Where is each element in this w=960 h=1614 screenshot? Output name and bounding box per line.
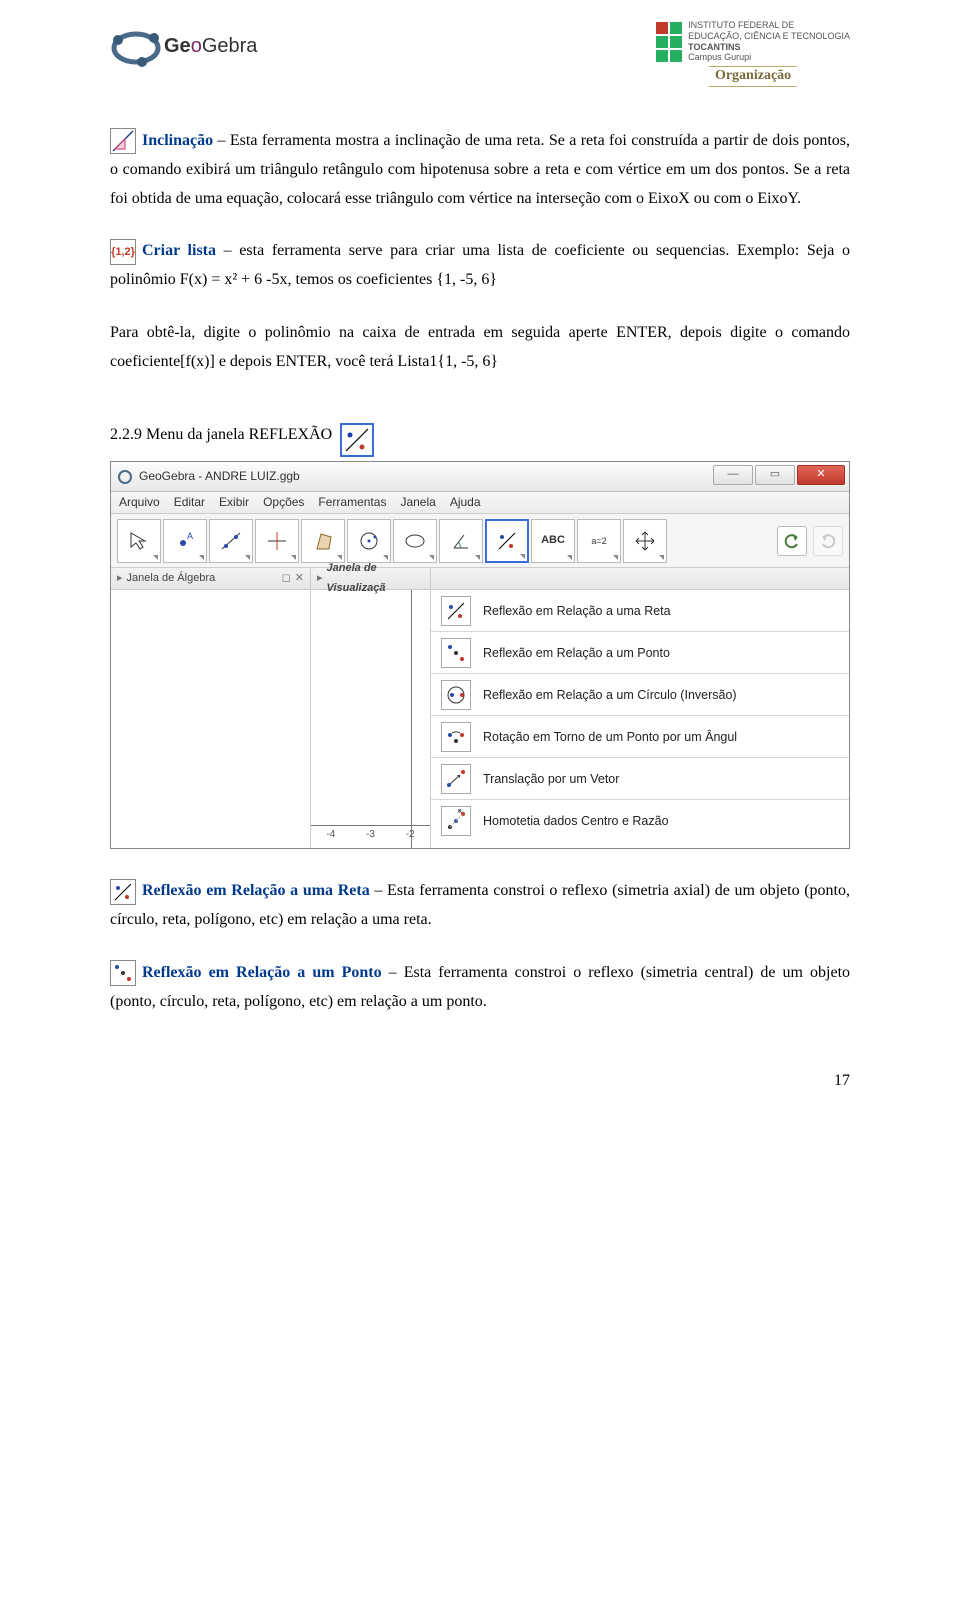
org-line: EDUCAÇÃO, CIÊNCIA E TECNOLOGIA [688,31,850,42]
dropdown-item[interactable]: Reflexão em Relação a um Círculo (Invers… [431,674,849,716]
paragraph-criar-lista-2: Para obtê-la, digite o polinômio na caix… [110,319,850,377]
menu-item[interactable]: Exibir [219,492,249,514]
tool-title: Criar lista [142,242,216,259]
inclinacao-icon [110,128,136,154]
abc-label: ABC [541,531,565,551]
tool-point[interactable]: A [163,519,207,563]
icon-text: {1,2} [111,246,135,258]
tool-title: Reflexão em Relação a um Ponto [142,964,382,981]
geogebra-window: GeoGebra - ANDRE LUIZ.ggb — ▭ ✕ Arquivo … [110,461,850,849]
maximize-button[interactable]: ▭ [755,465,795,485]
geogebra-logo: GeoGebra [110,20,260,70]
dropdown-label: Translação por um Vetor [483,768,619,791]
translate-icon [441,764,471,794]
tool-line[interactable] [209,519,253,563]
tool-body: – Esta ferramenta mostra a inclinação de… [110,132,850,207]
org-line: Campus Gurupi [688,52,850,63]
tool-title: Reflexão em Relação a uma Reta [142,882,370,899]
app-icon [117,469,133,485]
org-block: INSTITUTO FEDERAL DE EDUCAÇÃO, CIÊNCIA E… [656,20,850,87]
panel-title: Janela de Visualizaçã [327,559,424,599]
org-label: Organização [709,66,797,87]
algebra-panel: ▸ Janela de Álgebra ◻ ✕ [111,568,311,848]
tool-perpendicular[interactable] [255,519,299,563]
dropdown-label: Reflexão em Relação a um Ponto [483,642,670,665]
criar-lista-icon: {1,2} [110,239,136,265]
chevron-right-icon[interactable]: ▸ [317,569,323,589]
if-logo-icon [656,22,682,62]
menu-item[interactable]: Opções [263,492,304,514]
graphics-panel: ▸ Janela de Visualizaçã -4 -3 -2 [311,568,431,848]
logo-text: GeoGebra [164,35,258,57]
panel-close-icon[interactable]: ✕ [295,569,304,589]
menu-item[interactable]: Arquivo [119,492,160,514]
tool-body: – esta ferramenta serve para criar uma l… [110,242,850,288]
reflect-point-icon [110,960,136,986]
dropdown-label: Reflexão em Relação a uma Reta [483,600,671,623]
menu-item[interactable]: Ajuda [450,492,481,514]
panel-detach-icon[interactable]: ◻ [282,569,291,589]
chevron-right-icon[interactable]: ▸ [117,569,123,589]
tool-polygon[interactable] [301,519,345,563]
dilate-icon: k [441,806,471,836]
axis-ticks: -4 -3 -2 [311,826,430,844]
close-button[interactable]: ✕ [797,465,845,485]
org-line: INSTITUTO FEDERAL DE [688,20,850,31]
dropdown-item[interactable]: Reflexão em Relação a um Ponto [431,632,849,674]
menubar: Arquivo Editar Exibir Opções Ferramentas… [111,492,849,514]
tool-move-view[interactable] [623,519,667,563]
panels: ▸ Janela de Álgebra ◻ ✕ ▸ Janela de Visu… [111,568,849,848]
dropdown-label: Rotação em Torno de um Ponto por um Ângu… [483,726,737,749]
tick: -3 [366,826,375,844]
tool-text[interactable]: ABC [531,519,575,563]
titlebar: GeoGebra - ANDRE LUIZ.ggb — ▭ ✕ [111,462,849,492]
redo-button[interactable] [813,526,843,556]
page-header: GeoGebra INSTITUTO FEDERAL DE EDUCAÇÃO, … [110,20,850,87]
slider-label: a=2 [591,533,606,549]
paragraph-reflexao-ponto: Reflexão em Relação a um Ponto – Esta fe… [110,959,850,1017]
page-number: 17 [110,1067,850,1096]
dropdown-item[interactable]: Reflexão em Relação a uma Reta [431,590,849,632]
paragraph-reflexao-reta: Reflexão em Relação a uma Reta – Esta fe… [110,877,850,935]
tool-circle[interactable] [347,519,391,563]
paragraph-criar-lista: {1,2} Criar lista – esta ferramenta serve… [110,237,850,295]
undo-button[interactable] [777,526,807,556]
tool-ellipse[interactable] [393,519,437,563]
tool-reflection-selected[interactable] [485,519,529,563]
dropdown-label: Reflexão em Relação a um Círculo (Invers… [483,684,737,707]
dropdown-item[interactable]: k Homotetia dados Centro e Razão [431,800,849,842]
panel-title: Janela de Álgebra [127,569,216,589]
reflect-line-icon [441,596,471,626]
minimize-button[interactable]: — [713,465,753,485]
menu-item[interactable]: Editar [174,492,205,514]
dropdown-label: Homotetia dados Centro e Razão [483,810,669,833]
tool-slider[interactable]: a=2 [577,519,621,563]
reflexao-section-icon [340,423,374,457]
section-title: 2.2.9 Menu da janela REFLEXÃO [110,421,332,450]
org-line: TOCANTINS [688,42,850,53]
toolbar: A ABC a=2 [111,514,849,568]
menu-item[interactable]: Janela [400,492,435,514]
tool-move[interactable] [117,519,161,563]
section-row: 2.2.9 Menu da janela REFLEXÃO [110,401,850,458]
reflect-circle-icon [441,680,471,710]
reflect-point-icon [441,638,471,668]
dropdown-panel: Reflexão em Relação a uma Reta Reflexão … [431,568,849,848]
tool-angle[interactable] [439,519,483,563]
tool-title: Inclinação [142,132,213,149]
reflect-line-icon [110,879,136,905]
rotate-icon [441,722,471,752]
window-title: GeoGebra - ANDRE LUIZ.ggb [139,466,300,488]
y-axis [411,590,412,848]
svg-text:A: A [187,531,193,541]
dropdown-item[interactable]: Translação por um Vetor [431,758,849,800]
menu-item[interactable]: Ferramentas [318,492,386,514]
dropdown-item[interactable]: Rotação em Torno de um Ponto por um Ângu… [431,716,849,758]
tick: -2 [406,826,415,844]
tick: -4 [326,826,335,844]
paragraph-inclinacao: Inclinação – Esta ferramenta mostra a in… [110,127,850,213]
